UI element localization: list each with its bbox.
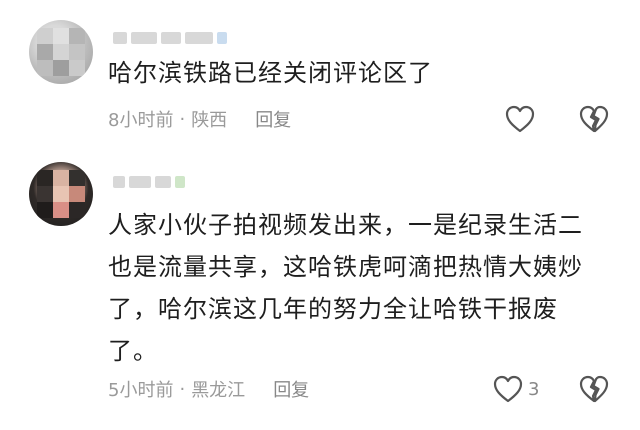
heart-outline-icon — [493, 375, 523, 403]
comment-item: 哈尔滨铁路已经关闭评论区了 8小时前 · 陕西 回复 — [0, 0, 640, 150]
meta-separator: · — [179, 378, 186, 400]
reply-button[interactable]: 回复 — [255, 106, 291, 132]
comment-location: 陕西 — [191, 110, 228, 131]
like-count: 3 — [528, 378, 540, 400]
comment-time: 5小时前 — [108, 380, 174, 401]
dislike-button[interactable] — [578, 104, 610, 138]
comment-item: 人家小伙子拍视频发出来，一是纪录生活二也是流量共享，这哈铁虎呵滴把热情大姨炒了，… — [0, 150, 640, 430]
username-masked[interactable] — [113, 172, 185, 192]
comment-meta: 5小时前 · 黑龙江 回复 — [108, 376, 309, 402]
comment-time: 8小时前 — [108, 110, 174, 131]
reply-button[interactable]: 回复 — [273, 376, 309, 402]
meta-separator: · — [179, 108, 186, 130]
comment-text: 人家小伙子拍视频发出来，一是纪录生活二也是流量共享，这哈铁虎呵滴把热情大姨炒了，… — [108, 211, 583, 365]
comment-meta: 8小时前 · 陕西 回复 — [108, 106, 291, 132]
dislike-button[interactable] — [578, 374, 610, 408]
avatar[interactable] — [29, 20, 93, 84]
username-masked[interactable] — [113, 28, 227, 48]
like-button[interactable] — [504, 104, 540, 134]
comment-location: 黑龙江 — [191, 380, 246, 401]
broken-heart-icon — [579, 105, 609, 133]
avatar[interactable] — [29, 162, 93, 226]
broken-heart-icon — [579, 375, 609, 403]
like-button[interactable]: 3 — [492, 374, 539, 404]
comment-text: 哈尔滨铁路已经关闭评论区了 — [108, 59, 433, 87]
heart-outline-icon — [505, 105, 535, 133]
